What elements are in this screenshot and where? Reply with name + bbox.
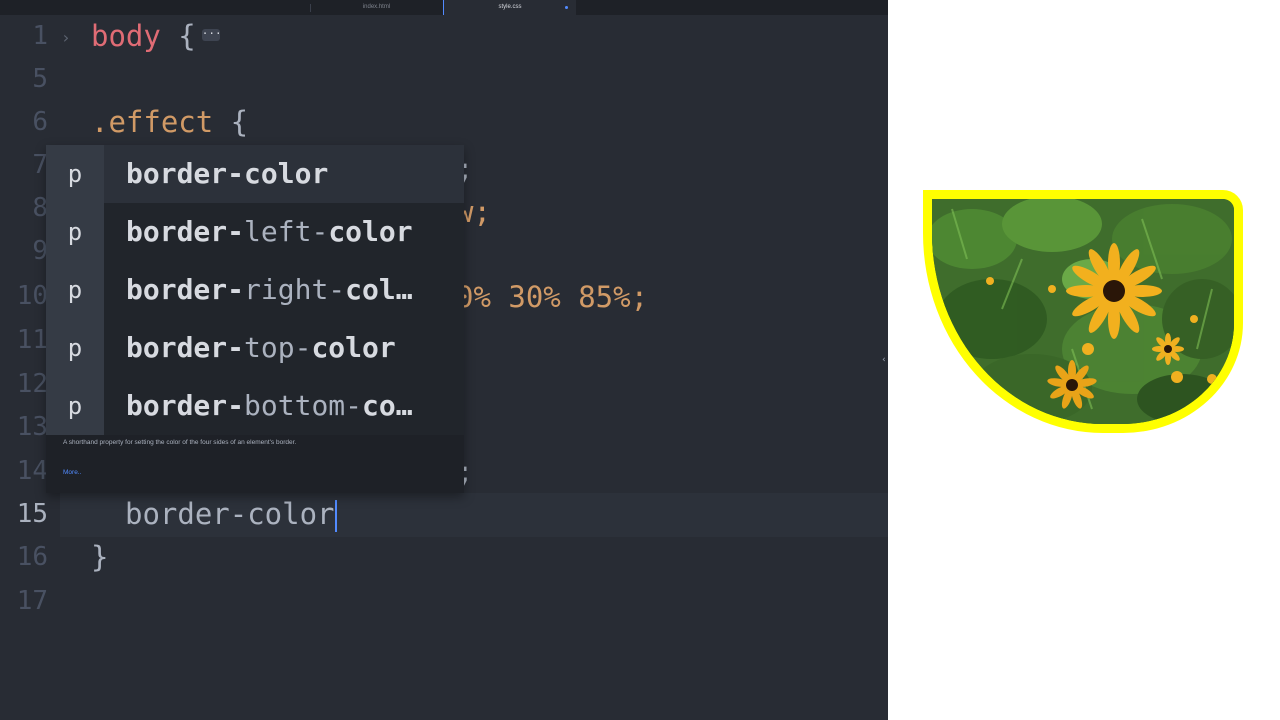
label-part: top-	[244, 331, 312, 364]
tab-label: style.css	[498, 4, 522, 10]
pane-resize-handle-icon[interactable]: ‹	[880, 353, 888, 367]
line-number: 12	[16, 369, 48, 399]
label-part: col…	[345, 273, 413, 306]
line-number: 15	[16, 499, 48, 529]
line-number: 5	[32, 64, 48, 94]
line-number: 8	[32, 193, 48, 223]
autocomplete-label: border-top-color	[126, 319, 396, 377]
autocomplete-popup: p border-color p border-left-color p bor…	[46, 145, 464, 493]
line-number: 1	[32, 21, 48, 51]
label-part: border-	[126, 331, 245, 364]
flower	[1152, 333, 1184, 365]
label-part: color	[328, 215, 413, 248]
autocomplete-label: border-bottom-co…	[126, 377, 413, 435]
autocomplete-description-panel: A shorthand property for setting the col…	[46, 435, 464, 493]
label-part: right-	[244, 273, 346, 306]
line-number: 14	[16, 456, 48, 486]
code-line-16-close-brace: }	[91, 540, 109, 574]
code-line-1: body { ···	[91, 19, 222, 53]
property-type-badge: p	[46, 319, 104, 377]
line-number: 17	[16, 586, 48, 616]
line-number: 16	[16, 542, 48, 572]
autocomplete-item[interactable]: p border-bottom-co…	[46, 377, 464, 435]
autocomplete-item[interactable]: p border-color	[46, 145, 464, 203]
property-type-badge: p	[46, 145, 104, 203]
property-type-badge: p	[46, 377, 104, 435]
label-part: co…	[362, 389, 413, 422]
unsaved-dot-icon	[565, 6, 568, 9]
tab-index-html[interactable]: index.html	[310, 0, 443, 15]
autocomplete-item[interactable]: p border-right-col…	[46, 261, 464, 319]
code-line-10-tail: 0% 30% 85%;	[456, 280, 649, 314]
folded-code-icon[interactable]: ···	[201, 28, 222, 41]
label-part: color	[244, 157, 329, 190]
autocomplete-item[interactable]: p border-left-color	[46, 203, 464, 261]
fold-chevron-icon[interactable]: ›	[61, 30, 71, 46]
label-part: color	[311, 331, 396, 364]
line-number: 9	[32, 236, 48, 266]
label-part: border-	[126, 389, 245, 422]
selector-effect: .effect	[91, 105, 214, 139]
autocomplete-description: A shorthand property for setting the col…	[63, 439, 297, 446]
line-number: 7	[32, 150, 48, 180]
selector-body: body	[91, 19, 161, 53]
tab-style-css[interactable]: style.css	[443, 0, 576, 15]
label-part: border-	[126, 157, 245, 190]
code-line-15-property: border-color	[125, 497, 335, 531]
property-type-badge: p	[46, 261, 104, 319]
tab-bar: index.html style.css	[0, 0, 888, 15]
text-cursor	[335, 500, 337, 532]
label-part: border-	[126, 273, 245, 306]
property-type-badge: p	[46, 203, 104, 261]
open-brace: {	[213, 105, 249, 139]
line-number: 6	[32, 107, 48, 137]
open-brace: {	[160, 19, 196, 53]
more-link[interactable]: More..	[63, 469, 81, 476]
code-line-6: .effect {	[91, 107, 248, 137]
code-editor[interactable]: index.html style.css 1 5 6 7 8 9 10 11 1…	[0, 0, 888, 720]
line-number: 11	[16, 325, 48, 355]
label-part: left-	[244, 215, 329, 248]
autocomplete-item[interactable]: p border-top-color	[46, 319, 464, 377]
line-number: 13	[16, 412, 48, 442]
autocomplete-label: border-color	[126, 145, 328, 203]
autocomplete-label: border-right-col…	[126, 261, 413, 319]
label-part: border-	[126, 215, 245, 248]
line-number: 10	[16, 281, 48, 311]
autocomplete-label: border-left-color	[126, 203, 413, 261]
label-part: bottom-	[244, 389, 363, 422]
